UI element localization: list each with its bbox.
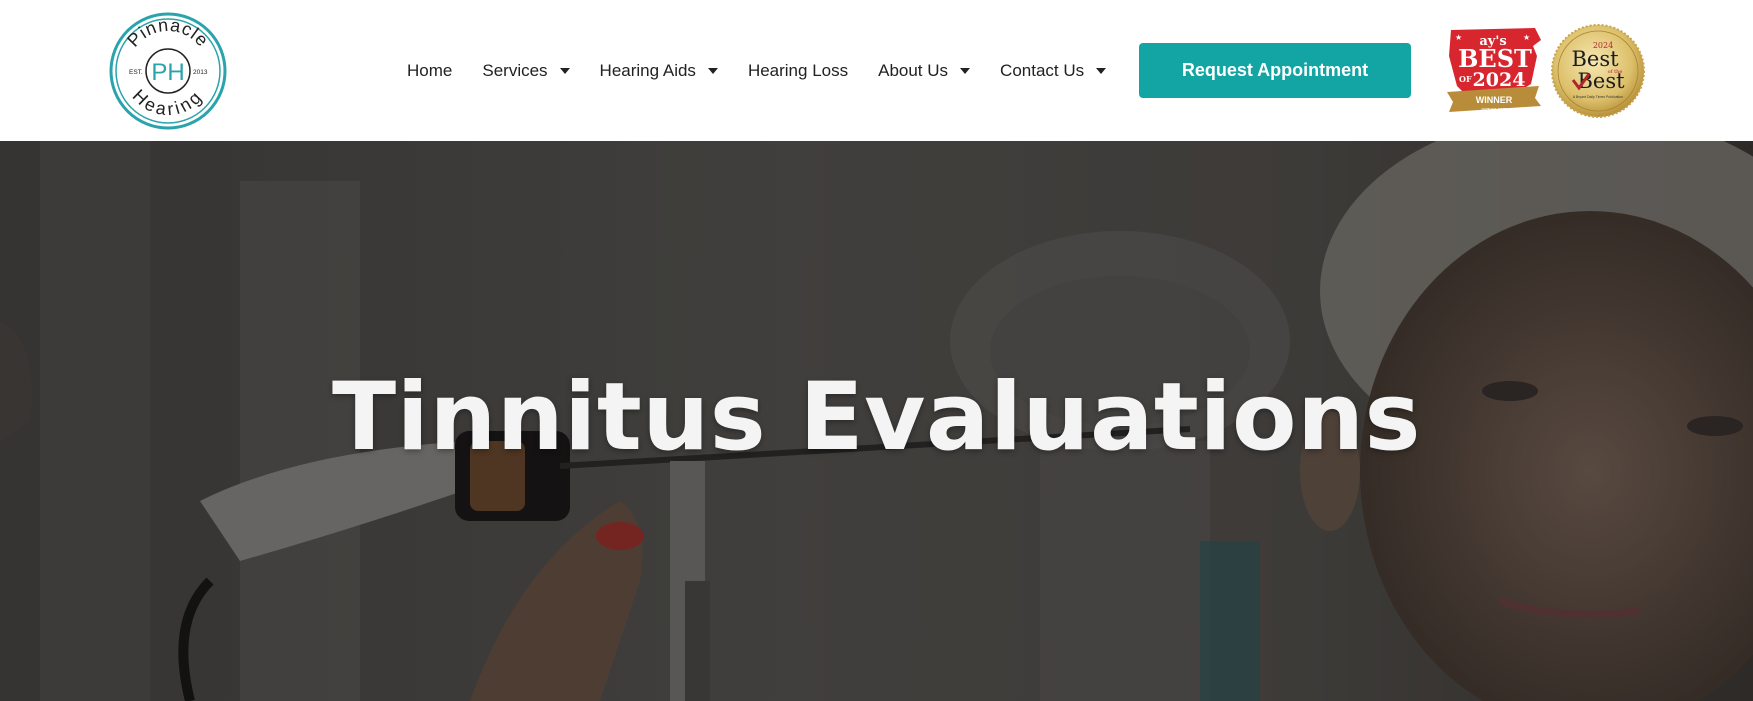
nav-label: Hearing Aids	[599, 60, 696, 80]
main-nav: Home Services Hearing Aids Hearing Loss …	[407, 0, 1136, 141]
caret-down-icon	[1096, 67, 1107, 74]
nav-label: Contact Us	[1000, 60, 1085, 80]
request-appointment-button[interactable]: Request Appointment	[1139, 43, 1411, 98]
hero-banner: Tinnitus Evaluations	[0, 141, 1753, 701]
logo-est-label: EST.	[129, 69, 143, 76]
svg-text:★: ★	[1523, 33, 1530, 42]
best-of-the-best-seal: 2024 Best of the Best A Bryant Daily Tim…	[1551, 24, 1645, 118]
caret-down-icon	[960, 67, 971, 74]
pinnacle-hearing-logo[interactable]: Pinnacle Hearing PH EST. 2013	[109, 12, 227, 130]
nav-label: Home	[407, 60, 453, 80]
seal-caption: A Bryant Daily Times Publication	[1573, 95, 1623, 99]
logo-est-year: 2013	[193, 69, 208, 76]
best-of-2024-badge: ay's ★ ★ BEST OF 2024 WINNER aymag.com	[1447, 28, 1541, 113]
badge-ribbon: WINNER	[1476, 95, 1513, 105]
seal-line1: Best	[1571, 47, 1619, 71]
nav-item-contact-us[interactable]: Contact Us	[1000, 60, 1107, 81]
nav-item-home[interactable]: Home	[407, 61, 452, 81]
nav-label: Hearing Loss	[747, 60, 849, 80]
svg-text:★: ★	[1455, 33, 1462, 42]
nav-item-hearing-aids[interactable]: Hearing Aids	[600, 61, 718, 81]
page-title: Tinnitus Evaluations	[331, 363, 1422, 472]
site-header: Pinnacle Hearing PH EST. 2013 Home Servi…	[0, 0, 1753, 141]
nav-label: Services	[482, 60, 548, 80]
nav-item-services[interactable]: Services	[482, 60, 570, 81]
logo-initials: PH	[151, 59, 184, 86]
nav-label: About Us	[878, 60, 949, 80]
caret-down-icon	[707, 67, 718, 74]
nav-item-about-us[interactable]: About Us	[878, 60, 971, 81]
nav-item-hearing-loss[interactable]: Hearing Loss	[748, 61, 848, 81]
badge-best-line3: OF	[1459, 74, 1472, 84]
caret-down-icon	[559, 67, 570, 74]
badge-url: aymag.com	[1481, 107, 1507, 113]
